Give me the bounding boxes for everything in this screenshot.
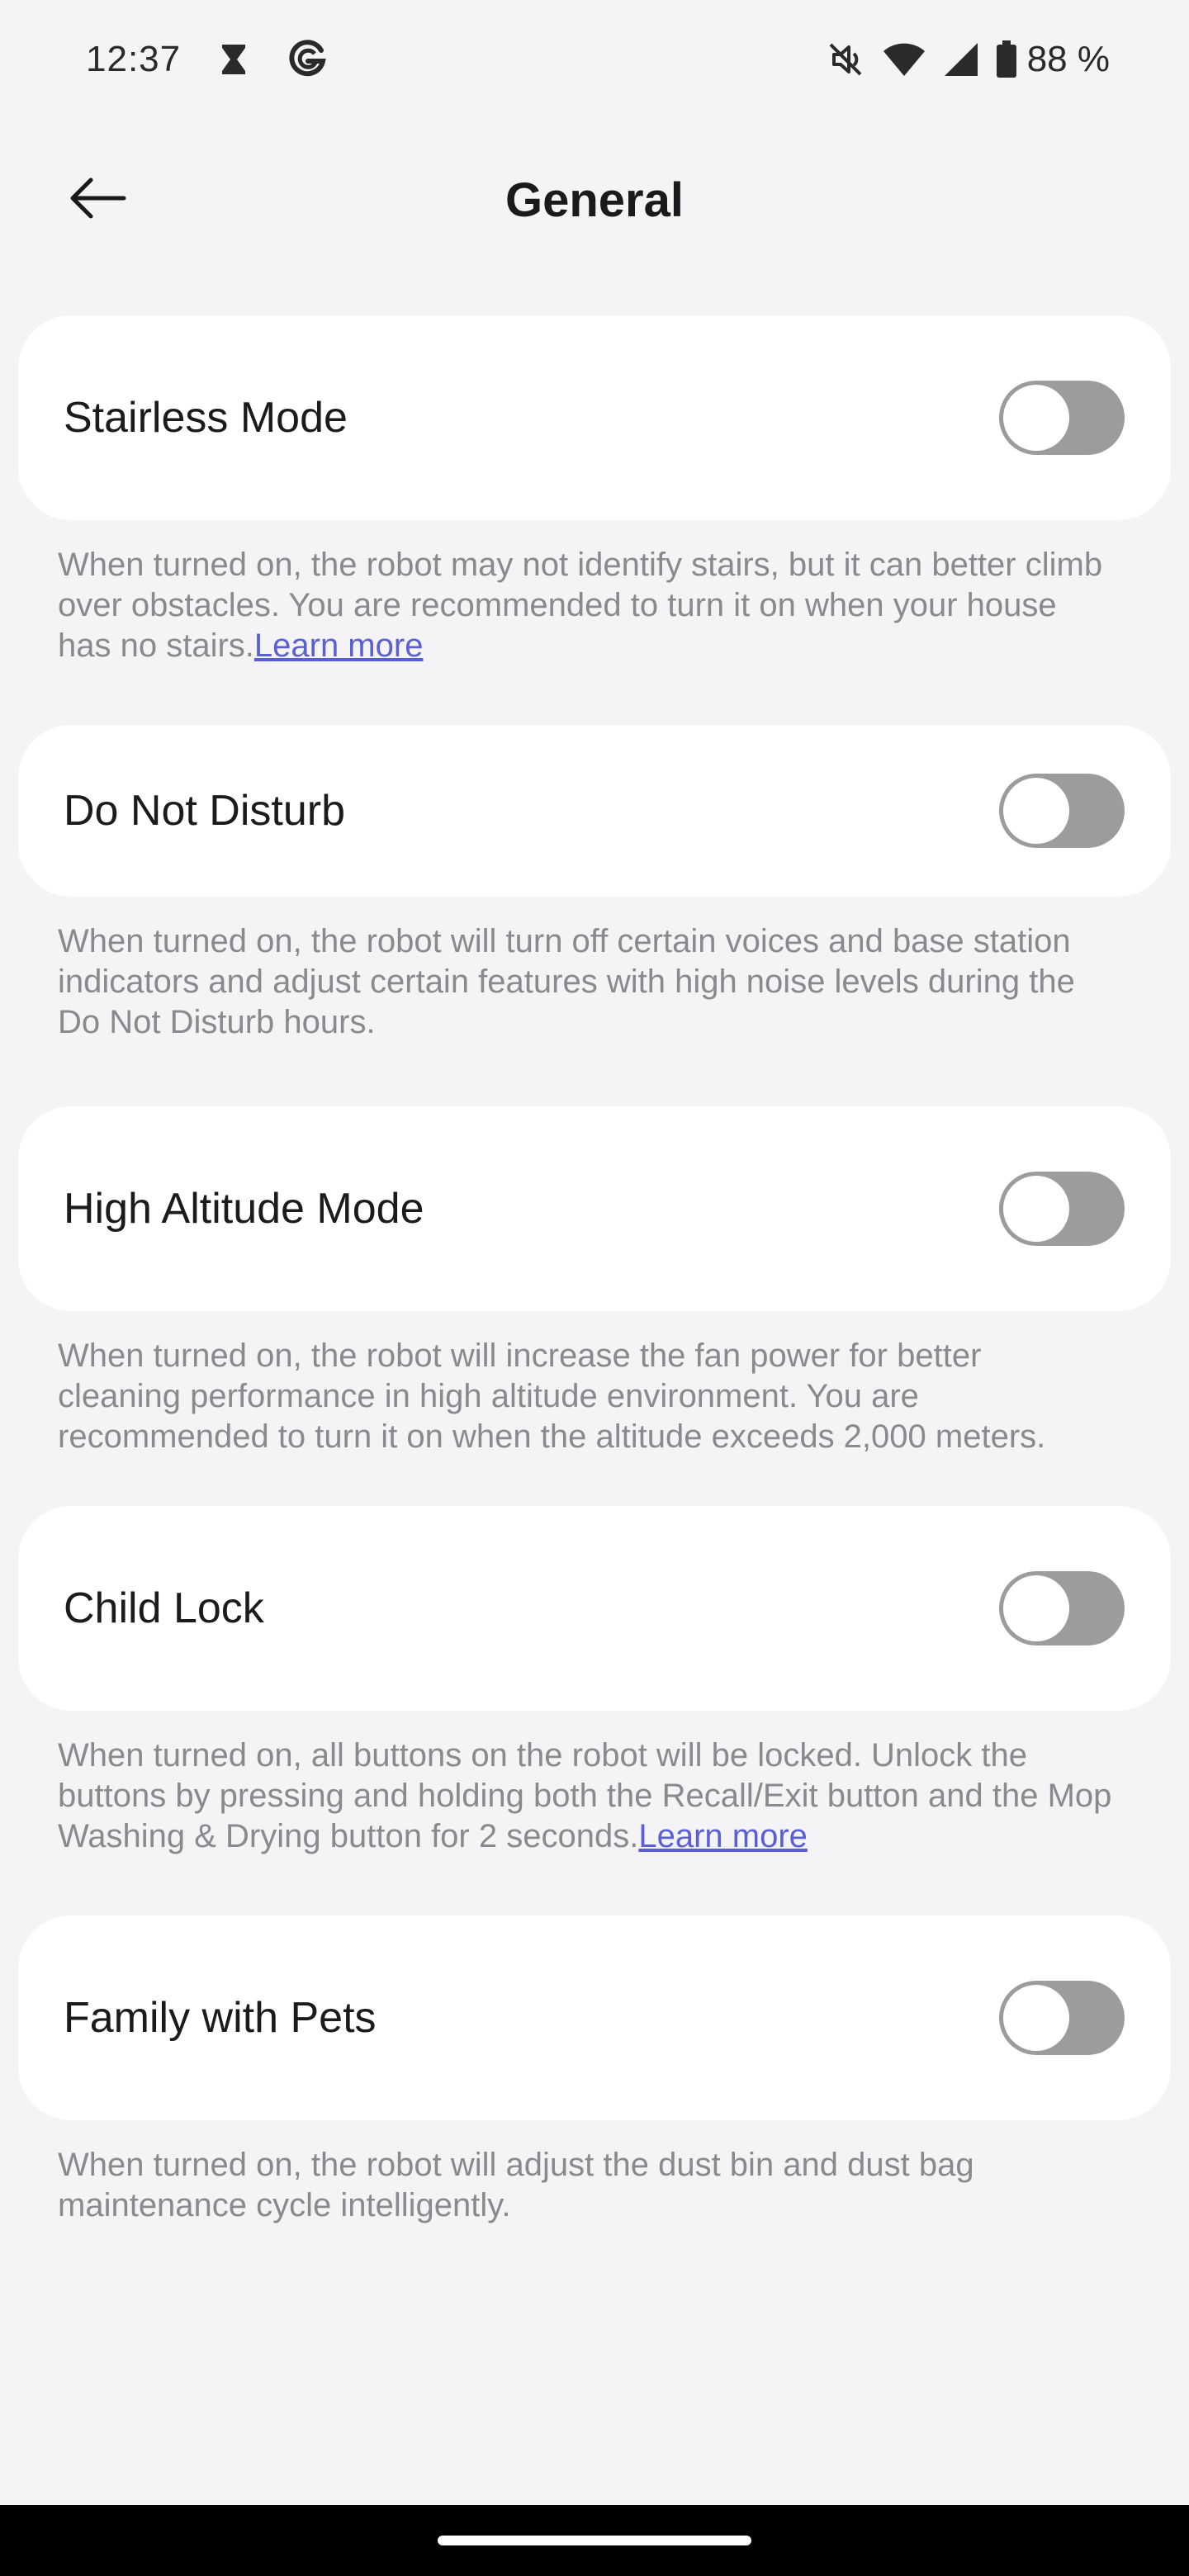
- toggle-knob: [1003, 1176, 1069, 1242]
- learn-more-link[interactable]: Learn more: [254, 627, 424, 664]
- toggle-knob: [1003, 1985, 1069, 2051]
- description-text: When turned on, all buttons on the robot…: [58, 1737, 1112, 1854]
- g-app-icon: [287, 39, 328, 80]
- setting-label: Do Not Disturb: [64, 787, 345, 835]
- setting-description: When turned on, the robot will increase …: [18, 1311, 1171, 1506]
- setting-description: When turned on, the robot may not identi…: [18, 520, 1171, 725]
- description-text: When turned on, the robot will increase …: [58, 1338, 1046, 1455]
- battery-icon: [996, 40, 1017, 78]
- do-not-disturb-toggle[interactable]: [999, 774, 1125, 848]
- setting-description: When turned on, the robot will turn off …: [18, 897, 1171, 1106]
- setting-card-stairless-mode[interactable]: Stairless Mode: [18, 315, 1171, 520]
- home-indicator[interactable]: [438, 2536, 751, 2545]
- page-title: General: [505, 173, 684, 227]
- setting-card-family-with-pets[interactable]: Family with Pets: [18, 1915, 1171, 2120]
- setting-card-child-lock[interactable]: Child Lock: [18, 1506, 1171, 1711]
- status-right: 88 %: [809, 39, 1110, 80]
- header: General: [0, 140, 1189, 259]
- setting-description: When turned on, all buttons on the robot…: [18, 1711, 1171, 1915]
- arrow-left-icon: [68, 178, 127, 223]
- cell-signal-icon: [943, 41, 979, 78]
- high-altitude-mode-toggle[interactable]: [999, 1172, 1125, 1246]
- description-text: When turned on, the robot will adjust th…: [58, 2147, 974, 2223]
- hourglass-icon: [217, 41, 250, 78]
- description-text: When turned on, the robot may not identi…: [58, 547, 1103, 664]
- child-lock-toggle[interactable]: [999, 1571, 1125, 1646]
- settings-list: Stairless Mode When turned on, the robot…: [18, 315, 1171, 2325]
- description-text: When turned on, the robot will turn off …: [58, 923, 1075, 1040]
- setting-label: Family with Pets: [64, 1994, 377, 2042]
- vibrate-mute-icon: [826, 40, 865, 79]
- status-left: 12:37: [86, 39, 328, 80]
- general-settings-screen: 12:37 88 % General Stairless Mode When t…: [0, 0, 1189, 2576]
- status-time: 12:37: [86, 39, 182, 79]
- setting-card-high-altitude-mode[interactable]: High Altitude Mode: [18, 1106, 1171, 1311]
- wifi-icon: [882, 41, 926, 78]
- setting-label: High Altitude Mode: [64, 1185, 424, 1233]
- toggle-knob: [1003, 385, 1069, 451]
- setting-description: When turned on, the robot will adjust th…: [18, 2120, 1171, 2325]
- toggle-knob: [1003, 778, 1069, 844]
- battery-percent: 88 %: [1026, 39, 1110, 79]
- status-bar: 12:37 88 %: [0, 0, 1189, 119]
- family-with-pets-toggle[interactable]: [999, 1981, 1125, 2055]
- back-button[interactable]: [58, 168, 137, 231]
- toggle-knob: [1003, 1575, 1069, 1641]
- navigation-bar: [0, 2505, 1189, 2576]
- setting-card-do-not-disturb[interactable]: Do Not Disturb: [18, 725, 1171, 897]
- setting-label: Stairless Mode: [64, 394, 348, 442]
- stairless-mode-toggle[interactable]: [999, 381, 1125, 455]
- learn-more-link[interactable]: Learn more: [638, 1818, 808, 1854]
- setting-label: Child Lock: [64, 1584, 264, 1632]
